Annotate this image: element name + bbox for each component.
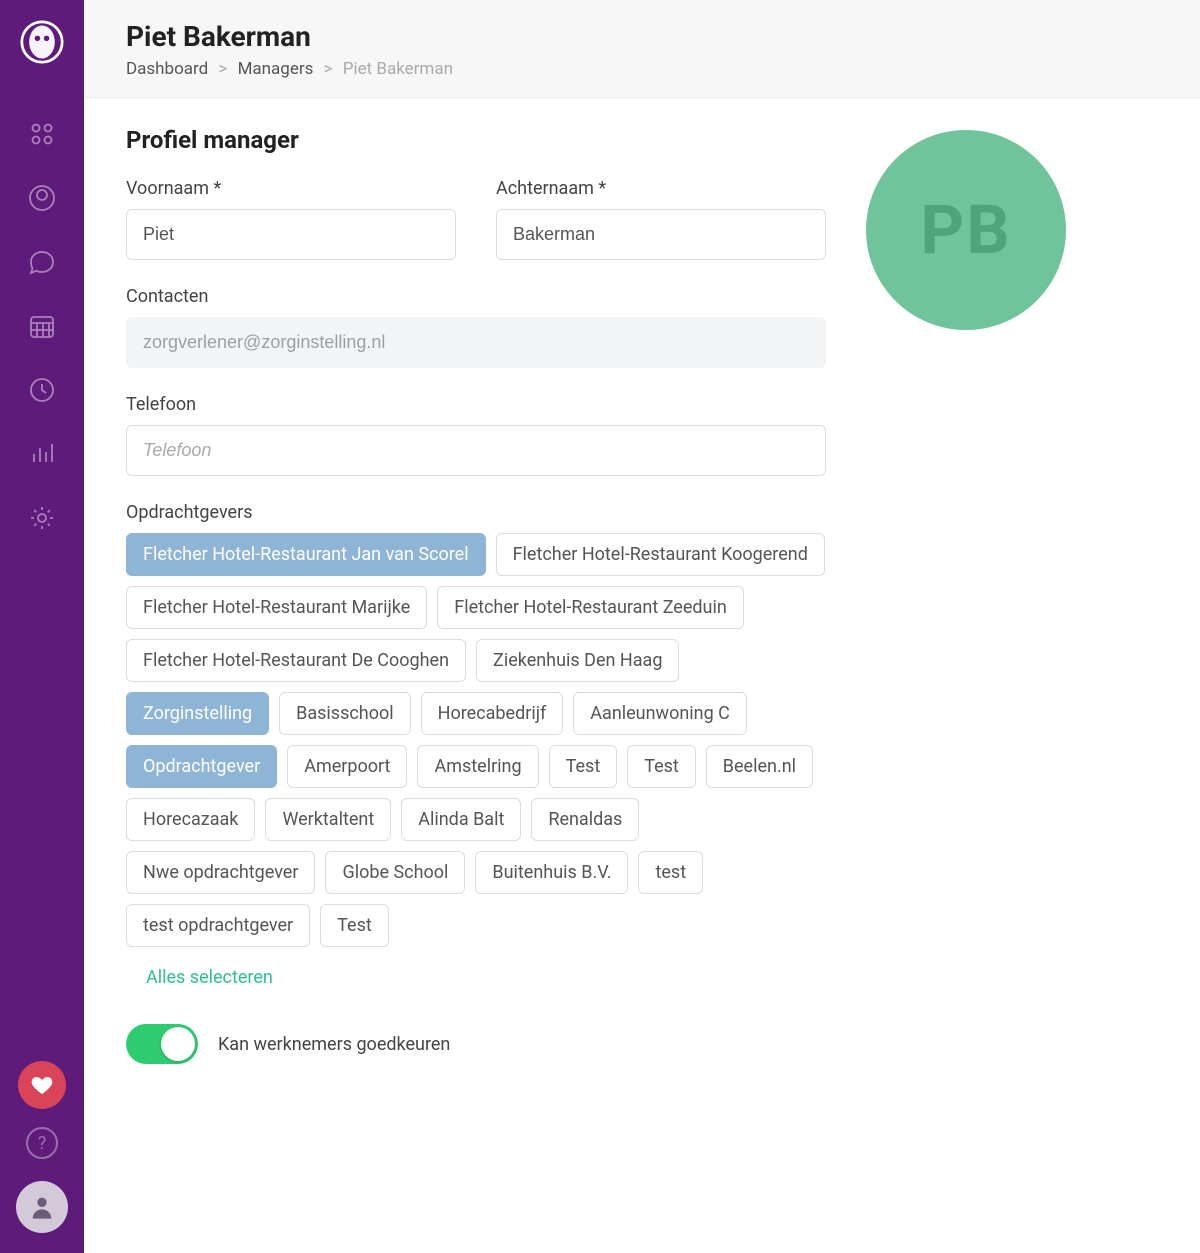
opdrachtgever-chip[interactable]: test xyxy=(638,851,703,894)
opdrachtgever-chip[interactable]: test opdrachtgever xyxy=(126,904,310,947)
opdrachtgevers-label: Opdrachtgevers xyxy=(126,502,826,523)
section-title: Profiel manager xyxy=(126,126,826,154)
opdrachtgever-chip[interactable]: Amerpoort xyxy=(287,745,407,788)
users-icon[interactable] xyxy=(20,176,64,220)
opdrachtgever-chip[interactable]: Renaldas xyxy=(531,798,639,841)
opdrachtgever-chip[interactable]: Test xyxy=(549,745,618,788)
opdrachtgever-chip[interactable]: Ziekenhuis Den Haag xyxy=(476,639,679,682)
opdrachtgevers-chip-group: Fletcher Hotel-Restaurant Jan van Scorel… xyxy=(126,533,826,947)
user-avatar-small[interactable] xyxy=(16,1181,68,1233)
opdrachtgever-chip[interactable]: Beelen.nl xyxy=(706,745,813,788)
opdrachtgever-chip[interactable]: Alinda Balt xyxy=(401,798,521,841)
stats-icon[interactable] xyxy=(20,432,64,476)
opdrachtgever-chip[interactable]: Opdrachtgever xyxy=(126,745,277,788)
opdrachtgever-chip[interactable]: Buitenhuis B.V. xyxy=(475,851,628,894)
chat-icon[interactable] xyxy=(20,240,64,284)
achternaam-input[interactable] xyxy=(496,209,826,260)
breadcrumb: Dashboard > Managers > Piet Bakerman xyxy=(126,59,1158,79)
opdrachtgever-chip[interactable]: Zorginstelling xyxy=(126,692,269,735)
opdrachtgever-chip[interactable]: Fletcher Hotel-Restaurant Jan van Scorel xyxy=(126,533,486,576)
help-icon[interactable]: ? xyxy=(26,1127,58,1159)
opdrachtgever-chip[interactable]: Fletcher Hotel-Restaurant De Cooghen xyxy=(126,639,466,682)
breadcrumb-managers[interactable]: Managers xyxy=(238,59,314,79)
opdrachtgever-chip[interactable]: Horecazaak xyxy=(126,798,255,841)
voornaam-input[interactable] xyxy=(126,209,456,260)
clock-icon[interactable] xyxy=(20,368,64,412)
opdrachtgever-chip[interactable]: Amstelring xyxy=(417,745,538,788)
app-logo xyxy=(20,20,64,64)
select-all-link[interactable]: Alles selecteren xyxy=(146,967,826,988)
opdrachtgever-chip[interactable]: Globe School xyxy=(325,851,465,894)
opdrachtgever-chip[interactable]: Aanleunwoning C xyxy=(573,692,747,735)
settings-icon[interactable] xyxy=(20,496,64,540)
approve-toggle-label: Kan werknemers goedkeuren xyxy=(218,1034,450,1055)
voornaam-label: Voornaam * xyxy=(126,178,456,199)
sidebar: ? xyxy=(0,0,84,1253)
calendar-icon[interactable] xyxy=(20,304,64,348)
breadcrumb-current: Piet Bakerman xyxy=(343,59,453,79)
page-header: Piet Bakerman Dashboard > Managers > Pie… xyxy=(84,0,1200,98)
opdrachtgever-chip[interactable]: Fletcher Hotel-Restaurant Zeeduin xyxy=(437,586,744,629)
breadcrumb-separator: > xyxy=(218,59,227,79)
breadcrumb-dashboard[interactable]: Dashboard xyxy=(126,59,208,79)
opdrachtgever-chip[interactable]: Test xyxy=(627,745,696,788)
dashboard-icon[interactable] xyxy=(20,112,64,156)
telefoon-input[interactable] xyxy=(126,425,826,476)
opdrachtgever-chip[interactable]: Test xyxy=(320,904,389,947)
main-content: Piet Bakerman Dashboard > Managers > Pie… xyxy=(84,0,1200,1253)
opdrachtgever-chip[interactable]: Werktaltent xyxy=(265,798,391,841)
favorites-button[interactable] xyxy=(18,1061,66,1109)
opdrachtgever-chip[interactable]: Fletcher Hotel-Restaurant Koogerend xyxy=(496,533,825,576)
opdrachtgever-chip[interactable]: Horecabedrijf xyxy=(421,692,564,735)
opdrachtgever-chip[interactable]: Nwe opdrachtgever xyxy=(126,851,315,894)
contacten-input xyxy=(126,317,826,368)
contacten-label: Contacten xyxy=(126,286,826,307)
page-title: Piet Bakerman xyxy=(126,20,1158,53)
breadcrumb-separator: > xyxy=(324,59,333,79)
approve-toggle[interactable] xyxy=(126,1024,198,1064)
opdrachtgever-chip[interactable]: Fletcher Hotel-Restaurant Marijke xyxy=(126,586,427,629)
telefoon-label: Telefoon xyxy=(126,394,826,415)
achternaam-label: Achternaam * xyxy=(496,178,826,199)
toggle-knob xyxy=(161,1027,195,1061)
opdrachtgever-chip[interactable]: Basisschool xyxy=(279,692,411,735)
avatar-initials: PB xyxy=(866,130,1066,330)
